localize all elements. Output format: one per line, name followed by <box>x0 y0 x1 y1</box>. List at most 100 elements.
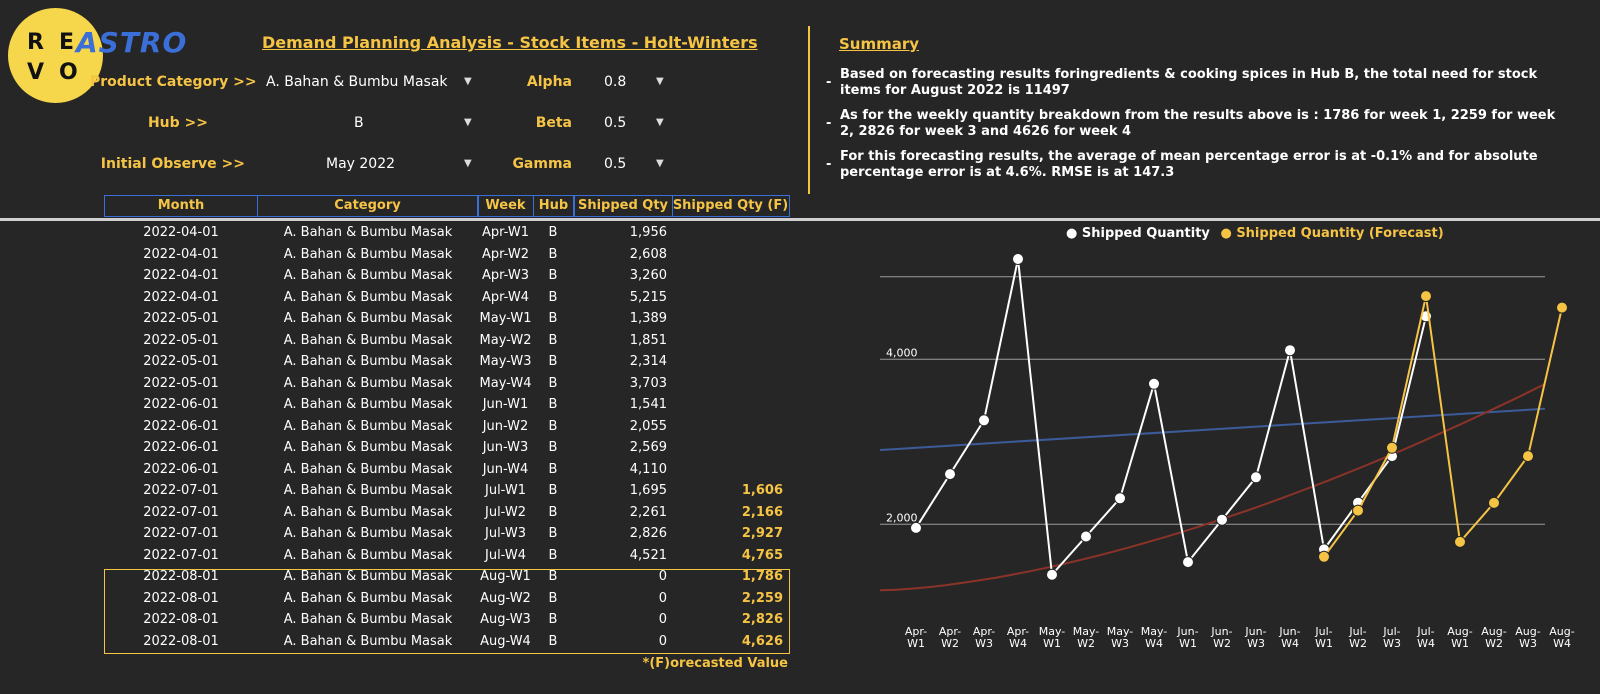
x-tick-label: Aug-W4 <box>1549 625 1574 650</box>
table-row[interactable]: 2022-06-01 A. Bahan & Bumbu Masak Jun-W4 B 4… <box>104 459 788 481</box>
beta-select[interactable]: 0.5 ▼ <box>598 111 668 135</box>
shipped-quantity-point <box>1216 513 1228 526</box>
initial-observe-select[interactable]: May 2022 ▼ <box>262 152 480 176</box>
table-row[interactable]: 2022-05-01 A. Bahan & Bumbu Masak May-W1 B 1… <box>104 308 788 330</box>
table-row[interactable]: 2022-06-01 A. Bahan & Bumbu Masak Jun-W3 B 2… <box>104 437 788 459</box>
cell-shipped-qty: 2,826 <box>629 526 667 541</box>
x-tick-label: Jul-W2 <box>1348 625 1367 650</box>
cell-shipped-qty-forecast: 2,166 <box>741 504 783 520</box>
cell-category: A. Bahan & Bumbu Masak <box>283 440 453 455</box>
shipped-quantity-point <box>1250 471 1262 484</box>
cell-week: Jun-W4 <box>482 461 529 477</box>
col-header-week[interactable]: Week <box>477 195 534 217</box>
cell-shipped-qty-forecast <box>673 308 788 330</box>
cell-hub: B <box>548 418 558 434</box>
table-row[interactable]: 2022-04-01 A. Bahan & Bumbu Masak Apr-W1 B 1… <box>104 222 788 244</box>
cell-month: 2022-05-01 <box>143 375 219 391</box>
legend-label-forecast: Shipped Quantity (Forecast) <box>1236 226 1444 241</box>
table-row[interactable]: 2022-05-01 A. Bahan & Bumbu Masak May-W2 B 1… <box>104 330 788 352</box>
table-row[interactable]: 2022-07-01 A. Bahan & Bumbu Masak Jul-W1 B 1… <box>104 480 788 502</box>
cell-shipped-qty: 4,110 <box>629 461 667 477</box>
cell-shipped-qty-forecast: 1,606 <box>741 483 783 498</box>
table-row[interactable]: 2022-04-01 A. Bahan & Bumbu Masak Apr-W2 B 2… <box>104 244 788 266</box>
cell-week: Jul-W3 <box>485 526 526 541</box>
x-tick-label: Jun-W3 <box>1244 625 1266 650</box>
initial-observe-label: Initial Observe >> <box>100 156 245 172</box>
table-row[interactable]: 2022-07-01 A. Bahan & Bumbu Masak Jul-W2 B 2… <box>104 502 788 524</box>
forecast-quantity-point <box>1386 441 1398 454</box>
cell-month: 2022-05-01 <box>143 311 219 326</box>
chevron-down-icon: ▼ <box>464 158 472 169</box>
table-row[interactable]: 2022-05-01 A. Bahan & Bumbu Masak May-W4 B 3… <box>104 373 788 395</box>
summary-item: - Based on forecasting results foringred… <box>826 67 1566 99</box>
chevron-down-icon: ▼ <box>656 76 664 87</box>
cell-month: 2022-04-01 <box>143 225 219 240</box>
cell-shipped-qty-forecast <box>673 373 788 395</box>
table-row[interactable]: 2022-04-01 A. Bahan & Bumbu Masak Apr-W4 B 5… <box>104 287 788 309</box>
product-category-value: A. Bahan & Bumbu Masak <box>266 74 448 90</box>
cell-shipped-qty-forecast <box>673 244 788 266</box>
x-tick-label: May-W3 <box>1107 625 1134 650</box>
section-divider <box>808 26 810 194</box>
forecast-quantity-point <box>1420 290 1432 303</box>
col-header-hub[interactable]: Hub <box>532 195 575 217</box>
x-tick-label: Jun-W1 <box>1176 625 1198 650</box>
col-header-shipped-qty-forecast[interactable]: Shipped Qty (F) <box>671 195 790 217</box>
shipped-quantity-line <box>915 258 1427 578</box>
x-tick-label: Apr-W4 <box>1007 625 1029 650</box>
cell-shipped-qty: 2,608 <box>629 246 667 262</box>
table-row[interactable]: 2022-07-01 A. Bahan & Bumbu Masak Jul-W4 B 4… <box>104 545 788 567</box>
logo-letter: V <box>27 60 45 85</box>
x-tick-label: Apr-W2 <box>939 625 961 650</box>
table-row[interactable]: 2022-04-01 A. Bahan & Bumbu Masak Apr-W3 B 3… <box>104 265 788 287</box>
col-header-month[interactable]: Month <box>104 195 258 217</box>
cell-hub: B <box>548 483 558 498</box>
horizontal-divider <box>0 218 1600 221</box>
cell-shipped-qty: 2,314 <box>629 354 667 369</box>
beta-label: Beta <box>535 115 572 131</box>
cell-shipped-qty-forecast: 2,927 <box>741 526 783 541</box>
hub-select[interactable]: B ▼ <box>262 111 480 135</box>
chevron-down-icon: ▼ <box>464 117 472 128</box>
x-tick-label: May-W2 <box>1073 625 1100 650</box>
col-header-shipped-qty[interactable]: Shipped Qty <box>573 195 673 217</box>
cell-category: A. Bahan & Bumbu Masak <box>283 332 453 348</box>
cell-hub: B <box>548 461 558 477</box>
cell-shipped-qty-forecast <box>673 394 788 416</box>
table-row[interactable]: 2022-07-01 A. Bahan & Bumbu Masak Jul-W3 B 2… <box>104 523 788 545</box>
cell-shipped-qty-forecast <box>673 222 788 244</box>
cell-category: A. Bahan & Bumbu Masak <box>283 225 453 240</box>
cell-category: A. Bahan & Bumbu Masak <box>283 504 453 520</box>
chevron-down-icon: ▼ <box>656 117 664 128</box>
cell-month: 2022-07-01 <box>143 504 219 520</box>
cell-shipped-qty-forecast: 4,765 <box>741 547 783 563</box>
gamma-select[interactable]: 0.5 ▼ <box>598 152 668 176</box>
x-tick-label: Jul-W4 <box>1416 625 1435 650</box>
col-header-category[interactable]: Category <box>256 195 479 217</box>
cell-month: 2022-07-01 <box>143 483 219 498</box>
product-category-select[interactable]: A. Bahan & Bumbu Masak ▼ <box>262 70 480 94</box>
cell-hub: B <box>548 311 558 326</box>
astro-logo-text: ASTRO <box>76 26 188 59</box>
forecast-quantity-point <box>1488 496 1500 509</box>
table-row[interactable]: 2022-06-01 A. Bahan & Bumbu Masak Jun-W2 B 2… <box>104 416 788 438</box>
summary-text: Based on forecasting results foringredie… <box>840 67 1538 98</box>
shipped-quantity-point <box>1114 492 1126 505</box>
table-header: Month Category Week Hub Shipped Qty Ship… <box>104 195 790 217</box>
cell-category: A. Bahan & Bumbu Masak <box>283 375 453 391</box>
hub-value: B <box>354 115 364 131</box>
cell-week: Jul-W2 <box>485 504 526 520</box>
cell-week: May-W3 <box>479 354 532 369</box>
initial-observe-value: May 2022 <box>326 156 396 172</box>
chevron-down-icon: ▼ <box>464 76 472 87</box>
cell-shipped-qty: 2,261 <box>629 504 667 520</box>
table-row[interactable]: 2022-05-01 A. Bahan & Bumbu Masak May-W3 B 2… <box>104 351 788 373</box>
forecast-footnote: *(F)orecasted Value <box>642 656 788 671</box>
cell-hub: B <box>548 268 558 283</box>
bullet-dash: - <box>826 157 832 172</box>
cell-month: 2022-05-01 <box>143 332 219 348</box>
alpha-select[interactable]: 0.8 ▼ <box>598 70 668 94</box>
table-row[interactable]: 2022-06-01 A. Bahan & Bumbu Masak Jun-W1 B 1… <box>104 394 788 416</box>
cell-category: A. Bahan & Bumbu Masak <box>283 547 453 563</box>
logo-letter: E <box>59 30 75 55</box>
